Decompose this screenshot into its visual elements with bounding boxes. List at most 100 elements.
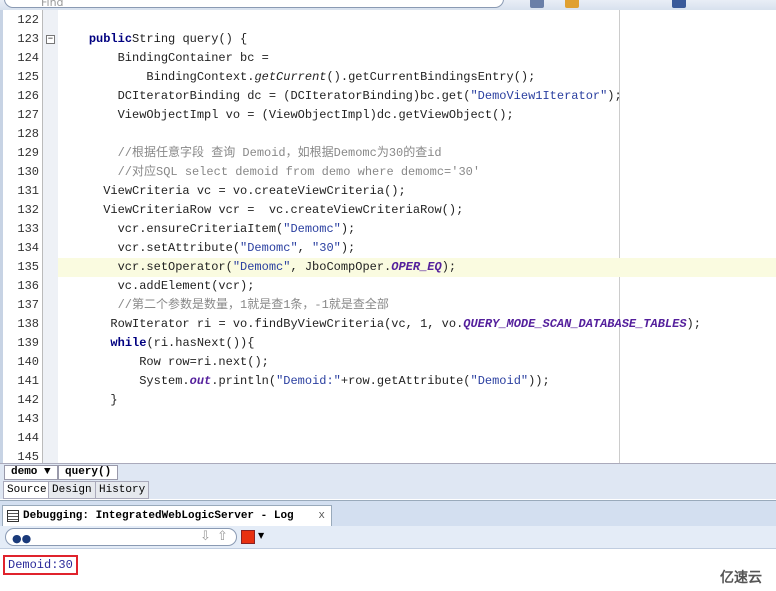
- log-search-bar: ●● ⇩ ⇧ ▼: [0, 526, 776, 549]
- code-token: BindingContext.: [146, 70, 255, 84]
- line-number: 138: [17, 317, 39, 331]
- binoculars-icon: ●●: [12, 532, 32, 545]
- line-number: 134: [17, 241, 39, 255]
- line-number: 135: [17, 260, 39, 274]
- code-editor[interactable]: 122 123− publicString query() {124 Bindin…: [0, 10, 776, 464]
- code-token: "Demomc": [232, 260, 291, 274]
- log-output: Demoid:30: [3, 555, 78, 575]
- code-line[interactable]: 125 BindingContext.getCurrent().getCurre…: [3, 68, 776, 87]
- breadcrumb: demo ▼ query(): [0, 463, 776, 481]
- line-number: 122: [17, 13, 39, 27]
- chevron-down-icon[interactable]: ▼: [258, 531, 264, 540]
- code-token: );: [686, 317, 701, 331]
- code-token: System.: [139, 374, 190, 388]
- code-line[interactable]: 143: [3, 410, 776, 429]
- code-token: "Demoid": [470, 374, 529, 388]
- code-token: //根据任意字段 查询 Demoid，如根据Demomc为30的查id: [117, 146, 442, 160]
- tab-design[interactable]: Design: [48, 481, 96, 499]
- code-line[interactable]: 127 ViewObjectImpl vo = (ViewObjectImpl)…: [3, 106, 776, 125]
- close-icon[interactable]: x: [318, 506, 325, 526]
- code-line[interactable]: 126 DCIteratorBinding dc = (DCIteratorBi…: [3, 87, 776, 106]
- line-number: 130: [17, 165, 39, 179]
- line-number: 123: [17, 32, 39, 46]
- find-input[interactable]: Find: [4, 0, 504, 9]
- line-number: 124: [17, 51, 39, 65]
- code-token: (ri.hasNext()){: [146, 336, 255, 350]
- code-text: vcr.ensureCriteriaItem("Demomc");: [58, 220, 776, 239]
- line-number: 136: [17, 279, 39, 293]
- code-token: ,: [297, 241, 313, 255]
- code-line[interactable]: 129 //根据任意字段 查询 Demoid，如根据Demomc为30的查id: [3, 144, 776, 163]
- code-token: "30": [312, 241, 341, 255]
- code-token: vcr.ensureCriteriaItem(: [117, 222, 284, 236]
- code-line[interactable]: 130 //对应SQL select demoid from demo wher…: [3, 163, 776, 182]
- code-line[interactable]: 144: [3, 429, 776, 448]
- highlight-icon[interactable]: [565, 0, 579, 8]
- code-line[interactable]: 137 //第二个参数是数量，1就是查1条，-1就是查全部: [3, 296, 776, 315]
- code-line[interactable]: 133 vcr.ensureCriteriaItem("Demomc");: [3, 220, 776, 239]
- code-token: .println(: [211, 374, 277, 388]
- code-line[interactable]: 122: [3, 11, 776, 30]
- log-icon: [7, 510, 19, 522]
- code-line[interactable]: 123− publicString query() {: [3, 30, 776, 49]
- tab-source[interactable]: Source: [3, 481, 51, 499]
- code-line[interactable]: 131 ViewCriteria vc = vo.createViewCrite…: [3, 182, 776, 201]
- breadcrumb-class[interactable]: demo ▼: [4, 465, 58, 480]
- code-token: DCIteratorBinding dc = (DCIteratorBindin…: [117, 89, 471, 103]
- code-token: ViewCriteriaRow vcr = vc.createViewCrite…: [103, 203, 464, 217]
- code-line[interactable]: 136 vc.addElement(vcr);: [3, 277, 776, 296]
- code-token: }: [110, 393, 118, 407]
- code-token: getCurrent: [254, 70, 327, 84]
- toolbar-icon[interactable]: [530, 0, 544, 8]
- code-token: vc.addElement(vcr);: [117, 279, 255, 293]
- code-text: ViewCriteriaRow vcr = vc.createViewCrite…: [58, 201, 776, 220]
- code-text: //对应SQL select demoid from demo where de…: [58, 163, 776, 182]
- code-line[interactable]: 134 vcr.setAttribute("Demomc", "30");: [3, 239, 776, 258]
- code-token: );: [441, 260, 457, 274]
- arrow-down-icon[interactable]: ⇩: [200, 529, 211, 544]
- code-line[interactable]: 140 Row row=ri.next();: [3, 353, 776, 372]
- code-text: ViewCriteria vc = vo.createViewCriteria(…: [58, 182, 776, 201]
- line-number: 126: [17, 89, 39, 103]
- editor-tabs: Source Design History: [0, 481, 776, 499]
- log-search-input[interactable]: ●● ⇩ ⇧: [5, 528, 237, 546]
- code-token: "DemoView1Iterator": [470, 89, 608, 103]
- code-line[interactable]: 124 BindingContainer bc =: [3, 49, 776, 68]
- code-line[interactable]: 128: [3, 125, 776, 144]
- stop-icon[interactable]: [241, 530, 255, 544]
- code-token: BindingContainer bc =: [117, 51, 269, 65]
- code-line[interactable]: 139 while(ri.hasNext()){: [3, 334, 776, 353]
- line-number: 129: [17, 146, 39, 160]
- line-number: 133: [17, 222, 39, 236]
- code-line[interactable]: 142 }: [3, 391, 776, 410]
- line-number: 127: [17, 108, 39, 122]
- code-text: vcr.setOperator("Demomc", JboCompOper.OP…: [58, 258, 776, 277]
- log-tab[interactable]: Debugging: IntegratedWebLogicServer - Lo…: [2, 505, 332, 527]
- breadcrumb-method[interactable]: query(): [58, 465, 119, 480]
- code-text: System.out.println("Demoid:"+row.getAttr…: [58, 372, 776, 391]
- code-text: DCIteratorBinding dc = (DCIteratorBindin…: [58, 87, 776, 106]
- code-token: ));: [528, 374, 550, 388]
- toolbar: Find: [0, 0, 776, 10]
- code-token: OPER_EQ: [391, 260, 442, 274]
- code-line[interactable]: 138 RowIterator ri = vo.findByViewCriter…: [3, 315, 776, 334]
- tab-history[interactable]: History: [95, 481, 150, 499]
- toolbar-icon[interactable]: [672, 0, 686, 8]
- line-number: 140: [17, 355, 39, 369]
- code-text: //第二个参数是数量，1就是查1条，-1就是查全部: [58, 296, 776, 315]
- code-token: vcr.setOperator(: [117, 260, 233, 274]
- code-line[interactable]: 132 ViewCriteriaRow vcr = vc.createViewC…: [3, 201, 776, 220]
- code-text: vc.addElement(vcr);: [58, 277, 776, 296]
- watermark-logo: 亿速云: [720, 570, 762, 586]
- code-token: //对应SQL select demoid from demo where de…: [117, 165, 481, 179]
- line-number: 142: [17, 393, 39, 407]
- code-token: out: [189, 374, 212, 388]
- code-text: //根据任意字段 查询 Demoid，如根据Demomc为30的查id: [58, 144, 776, 163]
- line-number: 143: [17, 412, 39, 426]
- fold-toggle-icon[interactable]: −: [46, 35, 55, 44]
- line-number: 131: [17, 184, 39, 198]
- code-line[interactable]: 141 System.out.println("Demoid:"+row.get…: [3, 372, 776, 391]
- arrow-up-icon[interactable]: ⇧: [217, 529, 228, 544]
- code-token: while: [110, 336, 147, 350]
- code-line[interactable]: 135 vcr.setOperator("Demomc", JboCompOpe…: [3, 258, 776, 277]
